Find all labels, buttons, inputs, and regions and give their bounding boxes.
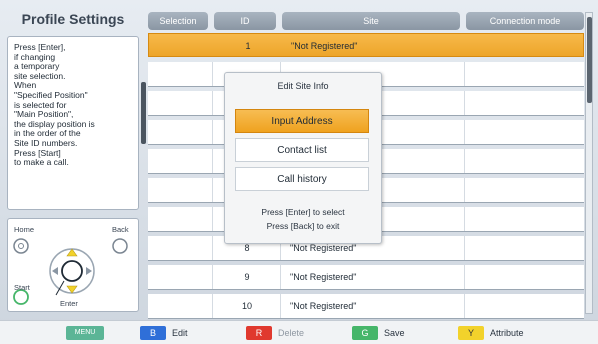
help-scrollbar[interactable] [141, 82, 146, 144]
input-address-button[interactable]: Input Address [235, 109, 369, 133]
enter-label: Enter [60, 299, 78, 308]
table-row[interactable]: 10 "Not Registered" [148, 294, 584, 319]
red-key-icon[interactable]: R [246, 326, 272, 340]
attribute-label: Attribute [490, 328, 524, 338]
bottom-bar: MENU B Edit R Delete G Save Y Attribute [0, 320, 598, 344]
table-scroll-thumb[interactable] [587, 17, 592, 103]
row-id: 10 [241, 301, 252, 311]
row-site: "Not Registered" [290, 301, 357, 311]
row-site: "Not Registered" [290, 272, 357, 282]
yellow-key-icon[interactable]: Y [458, 326, 484, 340]
header-connection-mode: Connection mode [466, 12, 584, 30]
delete-label: Delete [278, 328, 305, 338]
row-id: 1 [245, 41, 251, 51]
call-history-button[interactable]: Call history [235, 167, 369, 191]
edit-label: Edit [172, 328, 188, 338]
header-site: Site [282, 12, 460, 30]
hint-enter: Press [Enter] to select [261, 207, 345, 217]
table-scrollbar[interactable] [585, 12, 593, 314]
save-label: Save [384, 328, 405, 338]
green-key-icon[interactable]: G [352, 326, 378, 340]
screen: Profile Settings Press [Enter], if chang… [0, 0, 598, 344]
start-label: Start [14, 283, 30, 292]
header-selection: Selection [148, 12, 208, 30]
table-row[interactable]: 1 "Not Registered" [148, 33, 584, 57]
menu-key[interactable]: MENU [66, 326, 104, 340]
table-row[interactable]: 9 "Not Registered" [148, 265, 584, 290]
hint-back: Press [Back] to exit [266, 221, 340, 231]
remote-icon [13, 238, 128, 305]
row-id: 9 [244, 272, 250, 282]
page-title: Profile Settings [21, 11, 125, 27]
remote-guide: Home Back Start Enter [7, 218, 139, 312]
help-box: Press [Enter], if changing a temporary s… [7, 36, 139, 210]
help-text: Press [Enter], if changing a temporary s… [14, 42, 95, 168]
contact-list-button[interactable]: Contact list [235, 138, 369, 162]
blue-key-icon[interactable]: B [140, 326, 166, 340]
header-id: ID [214, 12, 276, 30]
edit-site-info-dialog: Edit Site Info Input Address Contact lis… [224, 72, 382, 244]
row-site: "Not Registered" [291, 41, 358, 51]
left-panel: Profile Settings Press [Enter], if chang… [4, 4, 146, 316]
dialog-title: Edit Site Info [277, 81, 329, 91]
